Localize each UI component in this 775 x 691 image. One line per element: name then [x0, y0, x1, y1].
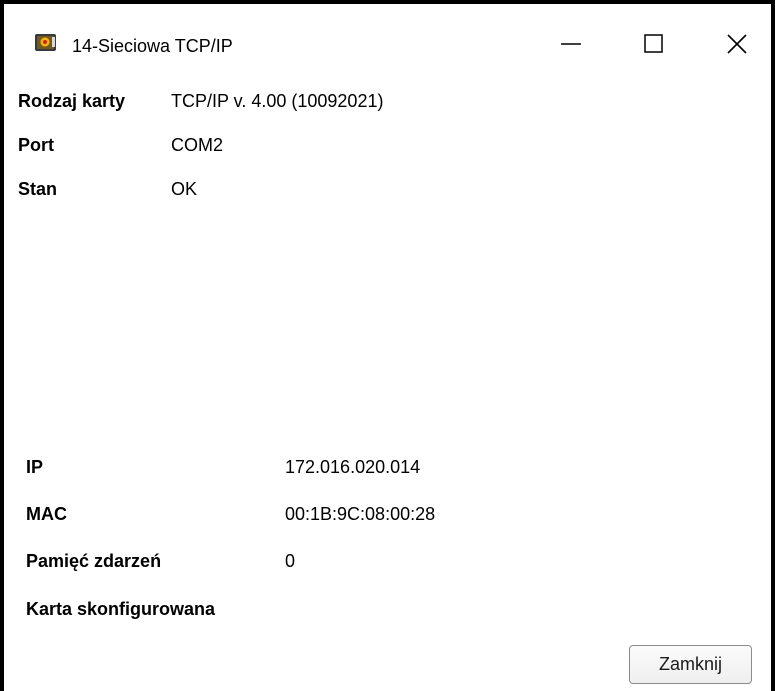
window-title: 14-Sieciowa TCP/IP: [72, 36, 233, 56]
mac-label: MAC: [26, 504, 67, 524]
close-icon: [727, 34, 747, 54]
status-value: OK: [171, 179, 198, 199]
dialog-window: 14-Sieciowa TCP/IP Rodzaj karty TCP/IP v…: [0, 0, 775, 691]
port-value: COM2: [171, 135, 224, 155]
minimize-icon: [561, 43, 581, 45]
config-status-text: Karta skonfigurowana: [26, 599, 216, 619]
event-memory-value: 0: [285, 551, 296, 571]
mac-value: 00:1B:9C:08:00:28: [285, 504, 436, 524]
maximize-button[interactable]: [631, 22, 677, 66]
ip-value: 172.016.020.014: [285, 457, 421, 477]
minimize-button[interactable]: [548, 22, 594, 66]
event-memory-label: Pamięć zdarzeń: [26, 551, 162, 571]
app-icon: [34, 32, 58, 54]
title-bar[interactable]: 14-Sieciowa TCP/IP: [4, 4, 771, 80]
maximize-icon: [644, 34, 663, 53]
port-label: Port: [18, 135, 54, 155]
ip-label: IP: [26, 457, 44, 477]
card-type-value: TCP/IP v. 4.00 (10092021): [171, 91, 384, 111]
close-button[interactable]: Zamknij: [629, 645, 752, 684]
card-type-label: Rodzaj karty: [18, 91, 126, 111]
status-label: Stan: [18, 179, 58, 199]
close-window-button[interactable]: [714, 22, 760, 66]
